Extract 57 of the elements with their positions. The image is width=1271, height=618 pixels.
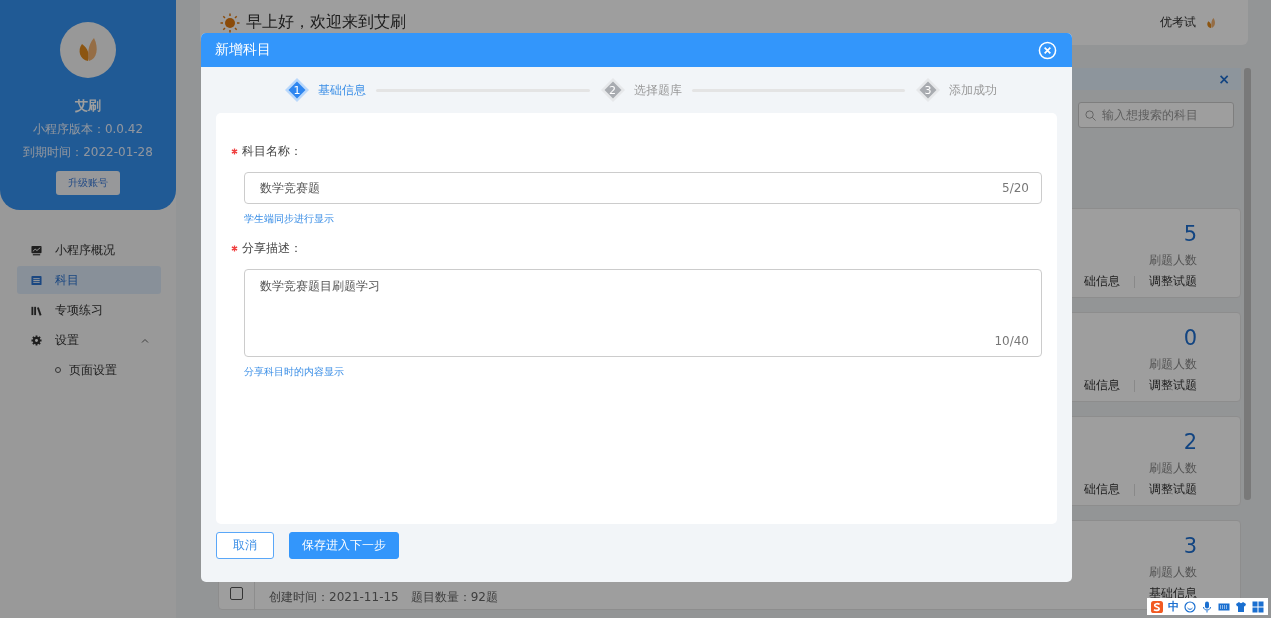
monitor-chart-icon <box>31 244 42 256</box>
action-link[interactable]: 基础信息 <box>1149 585 1197 602</box>
app-name: 艾刷 <box>75 97 101 115</box>
action-link[interactable]: 础信息 <box>1084 481 1120 498</box>
field-label: 分享描述： <box>242 240 302 257</box>
settings-icon <box>31 334 42 346</box>
dialog-title: 新增科目 <box>215 41 272 59</box>
menu-item[interactable]: 小程序概况 <box>17 236 161 264</box>
step-indicator: 3 添加成功 <box>915 77 997 103</box>
close-icon[interactable] <box>1038 40 1057 60</box>
search-field[interactable]: 输入想搜索的科目 <box>1078 102 1234 128</box>
grid-icon[interactable] <box>1252 600 1264 613</box>
action-link[interactable]: 础信息 <box>1084 377 1120 394</box>
action-link[interactable]: 调整试题 <box>1149 481 1197 498</box>
learner-count: 2 <box>1183 429 1197 455</box>
count-label: 刷题人数 <box>1149 564 1197 581</box>
list-icon <box>31 274 42 286</box>
step-indicator: 1 基础信息 <box>284 77 366 103</box>
user-name: 优考试 <box>1160 14 1196 31</box>
step-indicator: 2 选择题库 <box>599 77 682 103</box>
input-field[interactable]: 数学竞赛题 5/20 <box>244 172 1042 204</box>
menu-item[interactable]: 专项练习 <box>17 296 161 324</box>
learner-count: 0 <box>1183 325 1197 351</box>
count-label: 刷题人数 <box>1149 252 1197 269</box>
count-label: 刷题人数 <box>1149 356 1197 373</box>
leaf-logo-icon <box>60 22 116 78</box>
action-link[interactable]: 调整试题 <box>1149 273 1197 290</box>
save-next-button[interactable]: 保存进入下一步 <box>289 532 399 559</box>
smiley-icon[interactable] <box>1184 600 1196 613</box>
learner-count: 3 <box>1183 533 1197 559</box>
learner-count: 5 <box>1183 221 1197 247</box>
action-link[interactable]: 础信息 <box>1084 273 1120 290</box>
count-label: 刷题人数 <box>1149 460 1197 477</box>
field-hint: 分享科目时的内容显示 <box>244 365 345 379</box>
menu-item[interactable]: 设置 <box>17 326 161 354</box>
version-text: 小程序版本：0.0.42 <box>32 121 144 138</box>
books-icon <box>31 304 42 316</box>
checkbox[interactable] <box>230 587 243 600</box>
microphone-icon[interactable] <box>1201 600 1213 613</box>
action-link[interactable]: 调整试题 <box>1149 377 1197 394</box>
submenu-item[interactable]: 页面设置 <box>55 356 176 384</box>
field-hint: 学生端同步进行显示 <box>244 212 335 226</box>
scrollbar[interactable] <box>1244 68 1251 500</box>
search-icon <box>1085 110 1096 121</box>
close-button[interactable]: × <box>1218 71 1230 87</box>
textarea-field[interactable]: 数学竞赛题目刷题学习 10/40 <box>244 269 1042 357</box>
greeting-text: 早上好，欢迎来到艾刷 <box>246 12 406 33</box>
ime-mode-text[interactable]: 中 <box>1168 599 1179 614</box>
cancel-button[interactable]: 取消 <box>216 532 274 559</box>
upgrade-button[interactable]: 升级账号 <box>56 171 120 195</box>
field-label: 科目名称： <box>242 143 302 160</box>
shirt-icon[interactable] <box>1235 600 1247 613</box>
menu-item[interactable]: 科目 <box>17 266 161 294</box>
leaf-logo-icon <box>1206 16 1216 29</box>
expiry-text: 到期时间：2022-01-28 <box>23 144 153 161</box>
sun-icon <box>220 12 240 33</box>
subject-meta-text: 创建时间：2021-11-15 题目数量：92题 <box>269 589 498 606</box>
